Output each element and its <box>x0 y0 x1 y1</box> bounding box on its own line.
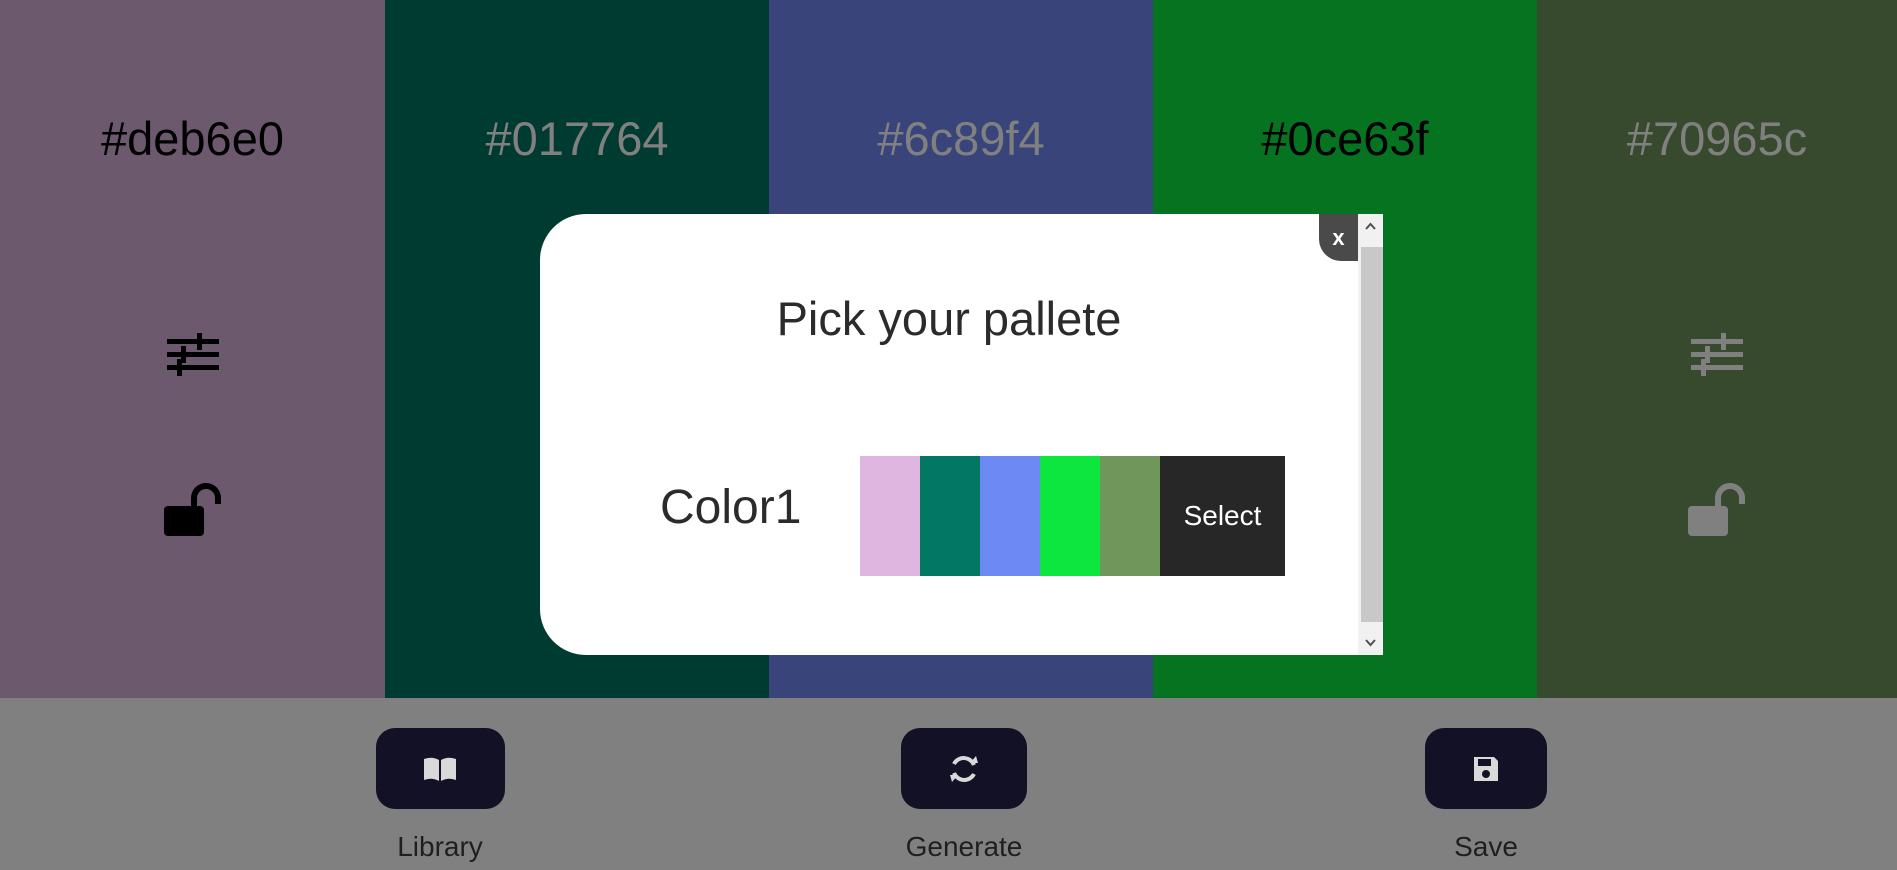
sliders-icon[interactable] <box>1691 331 1743 377</box>
library-control: Library <box>375 728 505 863</box>
library-button[interactable] <box>375 728 505 809</box>
generate-control: Generate <box>900 728 1028 863</box>
modal-scrollbar[interactable] <box>1358 214 1383 655</box>
palette-name: Color1 <box>660 481 802 534</box>
palette-swatch <box>1040 456 1100 576</box>
palette-swatches: Select <box>860 456 1285 576</box>
palette-swatch <box>920 456 980 576</box>
scroll-down-icon[interactable] <box>1358 629 1383 655</box>
book-icon <box>424 757 456 781</box>
modal-title: Pick your pallete <box>776 292 1122 345</box>
save-label: Save <box>1454 831 1518 862</box>
save-button[interactable] <box>1425 728 1547 809</box>
unlocked-padlock-icon[interactable] <box>163 482 222 536</box>
palette-swatch <box>1100 456 1160 576</box>
library-label: Library <box>397 831 483 862</box>
close-button[interactable]: x <box>1319 214 1358 261</box>
generate-button[interactable] <box>901 728 1027 809</box>
control-panel: Library Generate Save <box>0 698 1897 870</box>
hex-label[interactable]: #0ce63f <box>1153 104 1537 174</box>
select-button[interactable]: Select <box>1160 456 1285 576</box>
hex-label[interactable]: #deb6e0 <box>0 104 385 174</box>
scroll-up-icon[interactable] <box>1358 214 1383 240</box>
hex-label[interactable]: #6c89f4 <box>769 104 1153 174</box>
color-column-1: #deb6e0 <box>0 0 385 698</box>
hex-label[interactable]: #017764 <box>385 104 769 174</box>
palette-picker-modal: Pick your pallete x Color1 Select <box>540 214 1383 655</box>
sliders-icon[interactable] <box>166 331 219 377</box>
save-control: Save <box>1424 728 1548 863</box>
palette-swatch <box>980 456 1040 576</box>
scrollbar-thumb[interactable] <box>1361 247 1383 622</box>
hex-label[interactable]: #70965c <box>1537 104 1897 174</box>
generate-label: Generate <box>905 831 1023 862</box>
floppy-disk-icon <box>1474 756 1498 781</box>
palette-swatch <box>860 456 920 576</box>
color-column-5: #70965c <box>1537 0 1897 698</box>
unlocked-padlock-icon[interactable] <box>1688 482 1746 536</box>
refresh-icon <box>950 755 978 782</box>
